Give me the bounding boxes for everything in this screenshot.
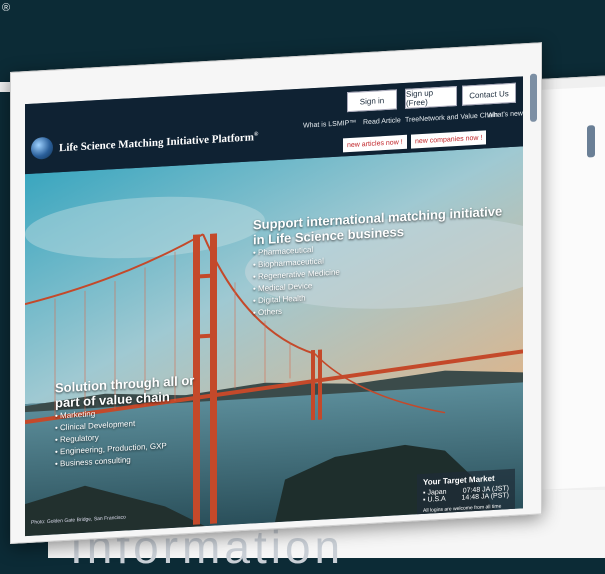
- solution-item: Regulatory: [60, 433, 99, 445]
- hero-item: Pharmaceutical: [258, 245, 314, 258]
- nav-link-whats-new[interactable]: What's new: [487, 110, 523, 119]
- nav-link-tree-network[interactable]: TreeNetwork and Value Chain: [405, 112, 498, 124]
- market-label: U.S.A: [427, 495, 446, 504]
- hero-item: Medical Device: [258, 281, 313, 294]
- flag-icon: ▪: [423, 496, 426, 504]
- hero-item: Digital Health: [258, 293, 306, 306]
- browser-window: Sign in Sign up (Free) Contact Us What i…: [10, 42, 542, 544]
- website-viewport: Sign in Sign up (Free) Contact Us What i…: [25, 76, 523, 537]
- market-value: 14:48 JA (PST): [461, 492, 509, 502]
- solution-item: Marketing: [60, 409, 96, 421]
- solution-message: Solution through all or part of value ch…: [55, 372, 195, 469]
- contact-us-button[interactable]: Contact Us: [462, 82, 516, 106]
- site-title[interactable]: Life Science Matching Initiative Platfor…: [59, 131, 258, 154]
- hero-banner: Support international matching initiativ…: [25, 146, 523, 537]
- background-window-scrollbar[interactable]: [587, 125, 595, 158]
- sign-up-button[interactable]: Sign up (Free): [405, 86, 457, 109]
- hero-message: Support international matching initiativ…: [253, 203, 503, 318]
- window-scrollbar[interactable]: [530, 73, 537, 122]
- registered-mark: ®: [2, 2, 11, 14]
- hero-item: Others: [258, 306, 283, 318]
- solution-item: Business consulting: [60, 455, 131, 469]
- platform-logo-icon: [31, 136, 53, 160]
- new-articles-badge[interactable]: new articles now !: [343, 134, 407, 153]
- solution-item: Clinical Development: [60, 419, 136, 433]
- new-companies-badge[interactable]: new companies now !: [411, 130, 487, 149]
- nav-link-what-is[interactable]: What is LSMIP™: [303, 120, 356, 130]
- nav-link-read-article[interactable]: Read Article: [363, 117, 401, 126]
- hero-item: Regenerative Medicine: [258, 267, 340, 282]
- sign-in-button[interactable]: Sign in: [347, 89, 397, 113]
